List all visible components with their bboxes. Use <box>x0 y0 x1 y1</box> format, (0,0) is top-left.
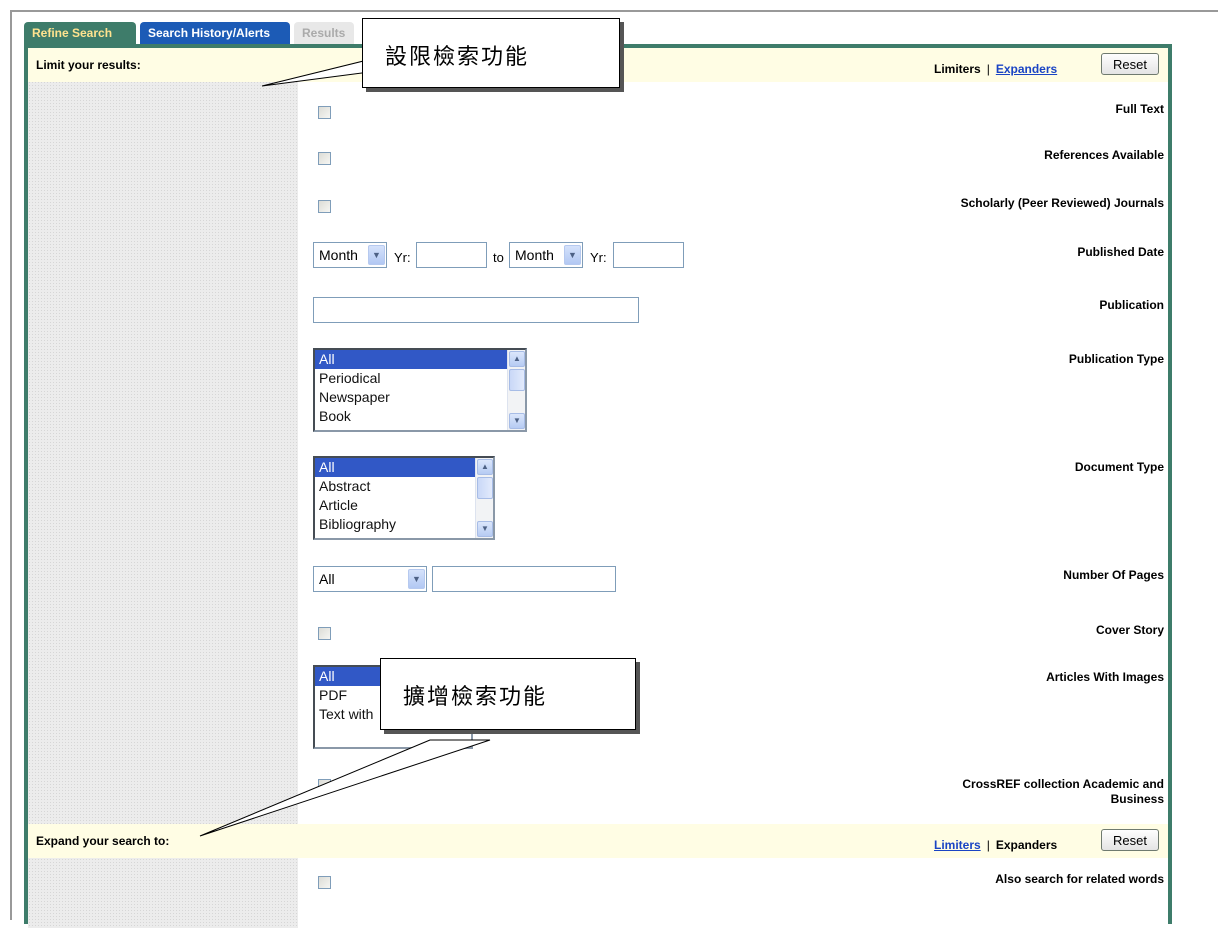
expand-callout-pointer <box>199 739 491 837</box>
limit-callout-text: 設限檢索功能 <box>385 45 530 70</box>
limit-callout: 設限檢索功能 <box>362 18 620 88</box>
expand-callout: 擴增檢索功能 <box>380 658 636 730</box>
expand-callout-text: 擴增檢索功能 <box>403 685 548 710</box>
callout-pointers <box>199 51 491 837</box>
